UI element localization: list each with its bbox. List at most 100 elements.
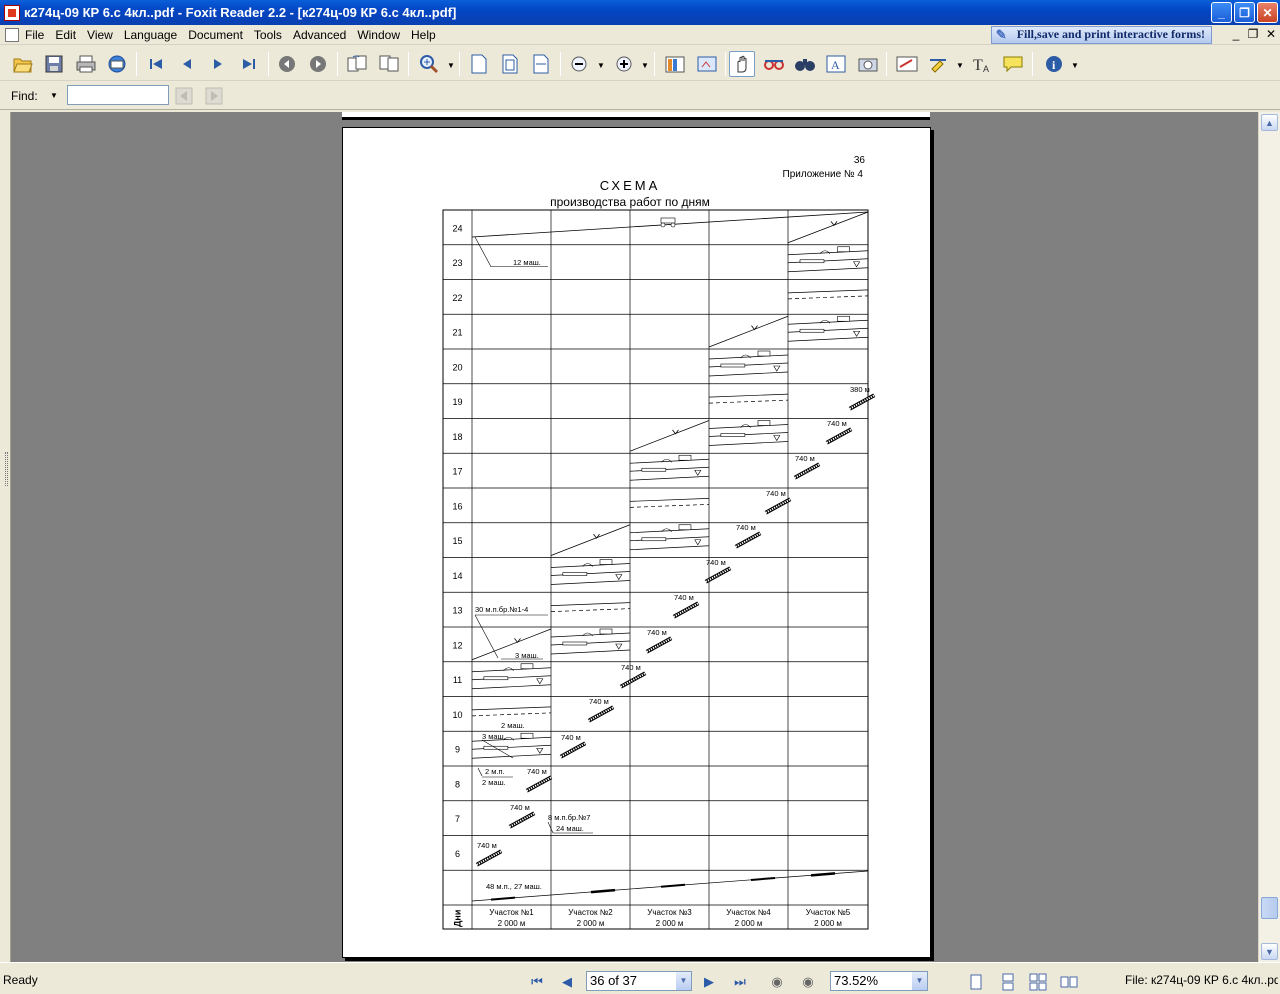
status-first-page-icon[interactable]: ⏮	[528, 973, 546, 991]
slope-line	[708, 315, 789, 348]
menu-advanced[interactable]: Advanced	[293, 28, 346, 42]
day24-box	[660, 217, 676, 224]
scroll-down-icon[interactable]: ▼	[1261, 943, 1278, 960]
save-icon[interactable]	[41, 51, 67, 77]
info-icon[interactable]: i	[1041, 51, 1067, 77]
info-dropdown-icon[interactable]: ▼	[1071, 61, 1079, 70]
forward-icon[interactable]	[305, 51, 331, 77]
status-last-page-icon[interactable]: ⏭	[731, 973, 749, 991]
status-next-page-icon[interactable]: ▶	[700, 973, 718, 991]
days-label: Дни	[453, 910, 463, 927]
pipe-length-label: 740 м	[647, 628, 667, 637]
comment-icon[interactable]	[1000, 51, 1026, 77]
hand-tool-icon[interactable]	[729, 51, 755, 77]
close-button[interactable]: ✕	[1257, 2, 1278, 23]
section-length: 2 000 м	[735, 919, 763, 928]
grid-border	[442, 209, 869, 930]
typewriter-icon[interactable]: A	[823, 51, 849, 77]
page-combo-arrow-icon[interactable]: ▼	[676, 972, 691, 990]
single-page-view-icon[interactable]	[967, 973, 985, 991]
menu-edit[interactable]: Edit	[55, 28, 76, 42]
actual-size-icon[interactable]	[466, 51, 492, 77]
last-page-icon[interactable]	[236, 51, 262, 77]
zoom-out-icon[interactable]	[566, 51, 592, 77]
find-icon[interactable]	[792, 51, 818, 77]
zoom-combo-arrow-icon[interactable]: ▼	[912, 972, 927, 990]
toolbar: ▼ ▼ ▼ A ▼ TA i ▼	[0, 46, 1280, 81]
menu-window[interactable]: Window	[357, 28, 400, 42]
minimize-button[interactable]: _	[1211, 2, 1232, 23]
email-icon[interactable]	[104, 51, 130, 77]
document-viewport[interactable]: 36 Приложение № 4 СХЕМА производства раб…	[11, 112, 1258, 962]
mdi-minimize-button[interactable]: _	[1229, 27, 1243, 41]
menu-tools[interactable]: Tools	[254, 28, 282, 42]
menu-document[interactable]: Document	[188, 28, 243, 42]
select-text-icon[interactable]	[761, 51, 787, 77]
highlight-icon[interactable]	[926, 51, 952, 77]
menu-view[interactable]: View	[87, 28, 113, 42]
document-icon[interactable]	[5, 27, 19, 42]
leader-line	[547, 821, 554, 834]
facing-view-icon[interactable]	[1029, 973, 1047, 991]
zoom-out-dropdown-icon[interactable]: ▼	[597, 61, 605, 70]
status-forward-icon[interactable]: ◉	[799, 973, 817, 991]
text-tool-icon[interactable]: TA	[969, 51, 995, 77]
menu-language[interactable]: Language	[124, 28, 177, 42]
open-icon[interactable]	[10, 51, 36, 77]
status-ready: Ready	[3, 973, 38, 987]
maximize-button[interactable]: ❐	[1234, 2, 1255, 23]
mdi-restore-button[interactable]: ❐	[1246, 27, 1260, 41]
foxit-app-icon[interactable]	[4, 4, 20, 21]
fit-width-icon[interactable]	[528, 51, 554, 77]
find-next-icon[interactable]	[205, 87, 223, 105]
navigation-panel-handle[interactable]	[0, 112, 11, 962]
first-page-icon[interactable]	[143, 51, 169, 77]
machine-box	[641, 467, 667, 472]
slope-line	[550, 524, 631, 556]
status-back-icon[interactable]: ◉	[768, 973, 786, 991]
highlight-dropdown-icon[interactable]: ▼	[956, 61, 964, 70]
continuous-view-icon[interactable]	[999, 973, 1017, 991]
zoom-combo[interactable]: 73.52% ▼	[830, 971, 928, 991]
snapshot-icon[interactable]	[694, 51, 720, 77]
pipe-segment-mark: 740 м	[645, 628, 673, 654]
fit-page-icon[interactable]	[497, 51, 523, 77]
rotate-right-icon[interactable]	[376, 51, 402, 77]
continuous-facing-view-icon[interactable]	[1060, 973, 1078, 991]
previous-page-icon[interactable]	[174, 51, 200, 77]
zoom-icon[interactable]	[416, 51, 442, 77]
zoom-in-icon[interactable]	[611, 51, 637, 77]
machine-box	[837, 246, 850, 253]
note-icon[interactable]	[894, 51, 920, 77]
pipe-length-label: 740 м	[510, 803, 530, 812]
find-options-dropdown-icon[interactable]: ▼	[50, 91, 58, 100]
rotate-left-icon[interactable]	[344, 51, 370, 77]
page-number-combo[interactable]: 36 of 37 ▼	[586, 971, 692, 991]
pipe-length-label: 740 м	[795, 454, 815, 463]
pipe-body	[848, 393, 876, 411]
zoom-dropdown-icon[interactable]: ▼	[447, 61, 455, 70]
leader-line	[477, 767, 483, 777]
vertical-scrollbar[interactable]: ▲ ▼	[1258, 112, 1280, 962]
back-icon[interactable]	[274, 51, 300, 77]
bookmark-icon[interactable]	[662, 51, 688, 77]
menu-help[interactable]: Help	[411, 28, 436, 42]
leader-line	[474, 236, 492, 267]
machine-triangle	[773, 435, 781, 442]
next-page-icon[interactable]	[205, 51, 231, 77]
find-input[interactable]	[67, 85, 169, 105]
camera-icon[interactable]	[855, 51, 881, 77]
scroll-up-icon[interactable]: ▲	[1261, 114, 1278, 131]
promo-button[interactable]: ✎ Fill,save and print interactive forms!	[990, 25, 1212, 44]
machine-line	[708, 371, 789, 377]
machine-box	[837, 315, 850, 322]
scroll-thumb[interactable]	[1261, 897, 1278, 919]
status-previous-page-icon[interactable]: ◀	[558, 973, 576, 991]
zoom-in-dropdown-icon[interactable]: ▼	[641, 61, 649, 70]
print-icon[interactable]	[73, 51, 99, 77]
mdi-close-button[interactable]: ✕	[1264, 27, 1278, 41]
dash-line-bottom	[708, 399, 789, 404]
machine-line	[629, 545, 710, 551]
find-previous-icon[interactable]	[175, 87, 193, 105]
menu-file[interactable]: File	[25, 28, 44, 42]
